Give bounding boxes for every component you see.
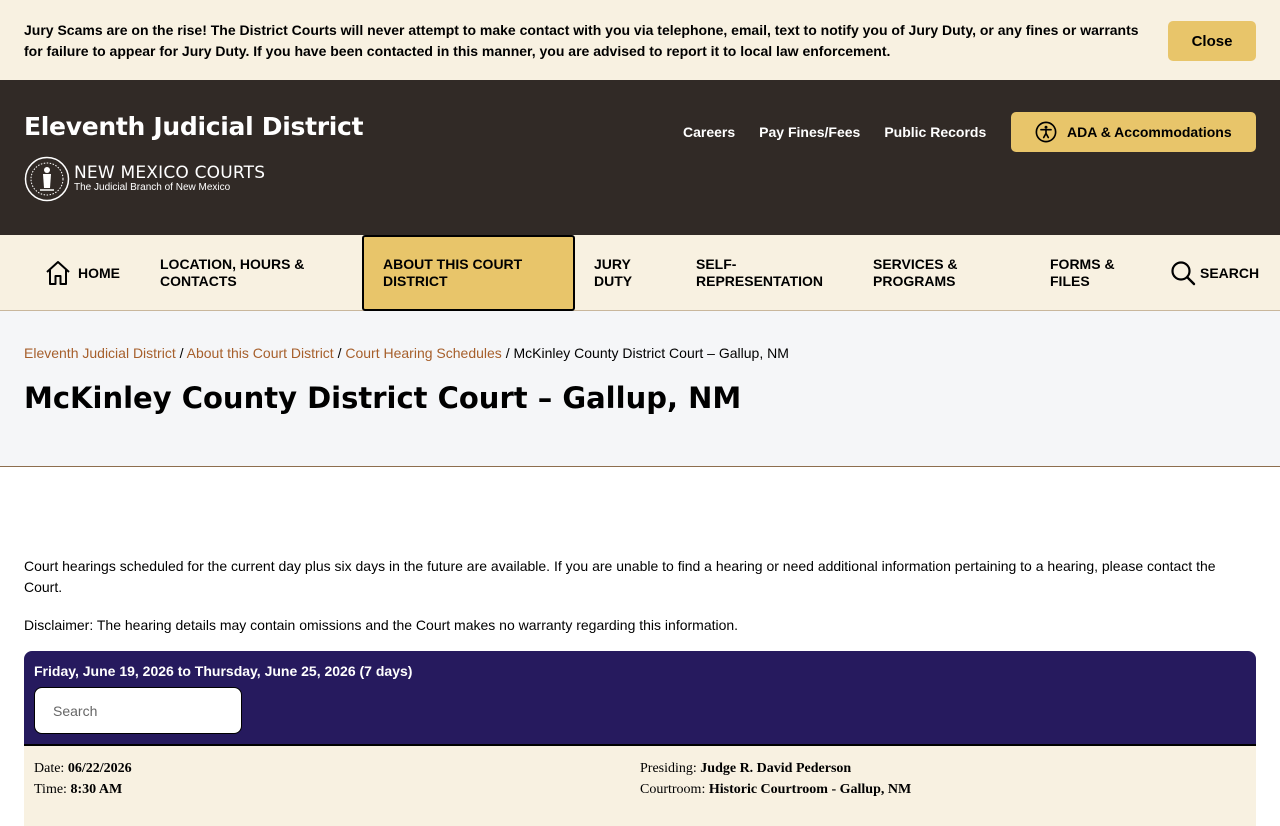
courtroom: Historic Courtroom - Gallup, NM — [708, 782, 912, 797]
nm-courts-logo[interactable]: NEW MEXICO COURTS The Judicial Branch of… — [24, 156, 265, 202]
careers-link[interactable]: Careers — [683, 124, 735, 140]
schedule-header: Friday, June 19, 2026 to Thursday, June … — [24, 651, 1256, 746]
nav-label: JURY DUTY — [594, 256, 633, 289]
breadcrumb-separator: / — [337, 345, 342, 361]
presiding-judge: Judge R. David Pederson — [700, 761, 852, 776]
breadcrumb-court-hearing-schedules[interactable]: Court Hearing Schedules — [345, 345, 501, 361]
breadcrumb-eleventh-judicial-district[interactable]: Eleventh Judicial District — [24, 345, 176, 361]
nav-item-services-programs[interactable]: SERVICES & PROGRAMS — [873, 235, 983, 311]
hearing-date: 06/22/2026 — [67, 761, 132, 776]
pay-fines-link[interactable]: Pay Fines/Fees — [759, 124, 860, 140]
logo-line-1: NEW MEXICO COURTS — [74, 163, 266, 183]
hearing-time: 8:30 AM — [70, 782, 123, 797]
schedule-date-range: Friday, June 19, 2026 to Thursday, June … — [34, 663, 413, 679]
nav-label: SEARCH — [1200, 264, 1260, 281]
ada-accommodations-button[interactable]: ADA & Accommodations — [1011, 112, 1256, 152]
breadcrumb-separator: / — [179, 345, 184, 361]
hearing-date-time: Date: 06/22/2026 Time: 8:30 AM — [34, 758, 132, 800]
hearing-judge-courtroom: Presiding: Judge R. David Pederson Court… — [640, 758, 911, 800]
nav-label: ABOUT THIS COURT DISTRICT — [383, 256, 523, 289]
main-nav: HOME LOCATION, HOURS & CONTACTS ABOUT TH… — [0, 235, 1280, 311]
alert-message: Jury Scams are on the rise! The District… — [24, 22, 1139, 59]
hearing-row: Date: 06/22/2026 Time: 8:30 AM Presiding… — [24, 746, 1256, 826]
breadcrumb-current: McKinley County District Court – Gallup,… — [513, 345, 789, 361]
nav-label: LOCATION, HOURS & CONTACTS — [160, 256, 305, 289]
disclaimer-text: Disclaimer: The hearing details may cont… — [24, 617, 739, 633]
court-seal-icon — [24, 156, 70, 202]
search-icon — [1171, 261, 1196, 286]
public-records-link[interactable]: Public Records — [884, 124, 986, 140]
jury-scam-alert: Jury Scams are on the rise! The District… — [0, 0, 1280, 80]
nav-label: SERVICES & PROGRAMS — [873, 256, 958, 289]
breadcrumb-about-court-district[interactable]: About this Court District — [187, 345, 334, 361]
intro-text: Court hearings scheduled for the current… — [24, 558, 1216, 595]
time-label: Time: — [34, 782, 67, 797]
breadcrumb: Eleventh Judicial District / About this … — [24, 345, 789, 361]
site-title[interactable]: Eleventh Judicial District — [24, 112, 364, 141]
nav-item-location-hours-contacts[interactable]: LOCATION, HOURS & CONTACTS — [160, 235, 330, 311]
ada-label: ADA & Accommodations — [1067, 124, 1232, 140]
courtroom-label: Courtroom: — [640, 782, 706, 797]
utility-links: Careers Pay Fines/Fees Public Records — [683, 124, 1010, 140]
presiding-label: Presiding: — [640, 761, 697, 776]
nav-item-self-representation[interactable]: SELF-REPRESENTATION — [696, 235, 836, 311]
schedule-search-input[interactable] — [34, 687, 242, 734]
nav-item-home[interactable]: HOME — [44, 235, 120, 311]
nav-label: FORMS & FILES — [1050, 256, 1115, 289]
nav-label: HOME — [78, 264, 120, 281]
date-label: Date: — [34, 761, 65, 776]
accessibility-icon — [1035, 121, 1057, 143]
nav-item-search[interactable]: SEARCH — [1170, 235, 1259, 311]
breadcrumb-separator: / — [505, 345, 510, 361]
nav-item-forms-files[interactable]: FORMS & FILES — [1050, 235, 1140, 311]
home-icon — [46, 261, 70, 285]
page-title: McKinley County District Court – Gallup,… — [24, 381, 742, 415]
nav-label: SELF-REPRESENTATION — [696, 256, 824, 289]
site-header: Eleventh Judicial District NEW MEXICO CO… — [0, 80, 1280, 235]
logo-line-2: The Judicial Branch of New Mexico — [74, 182, 231, 193]
nav-item-jury-duty[interactable]: JURY DUTY — [594, 235, 654, 311]
alert-close-button[interactable]: Close — [1168, 21, 1256, 61]
nav-item-about-this-court-district[interactable]: ABOUT THIS COURT DISTRICT — [362, 235, 575, 311]
page-title-area: Eleventh Judicial District / About this … — [0, 311, 1280, 467]
